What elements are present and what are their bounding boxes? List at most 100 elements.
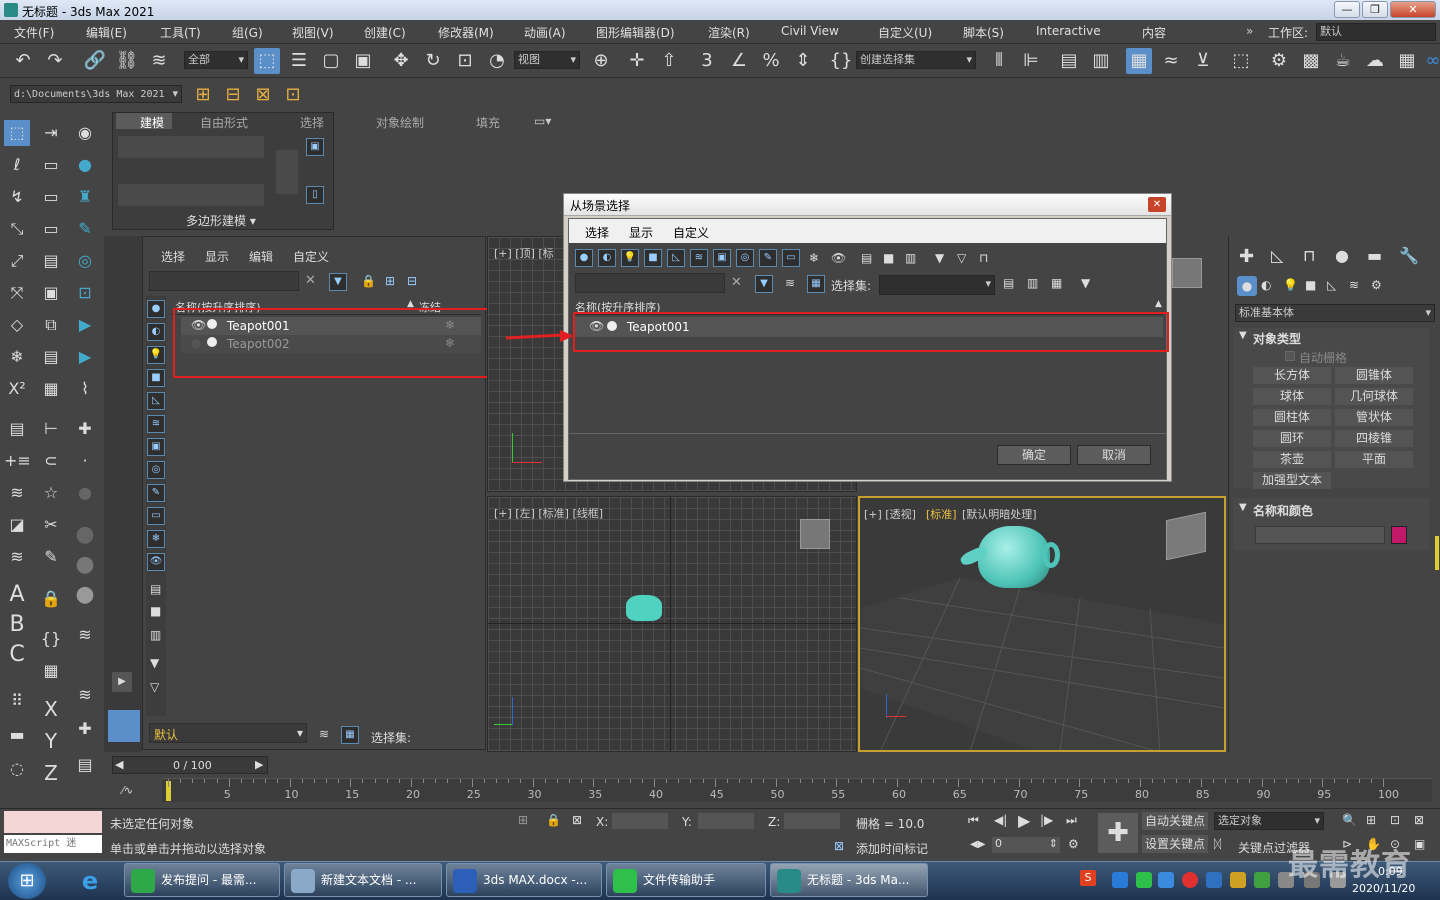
- placement-icon[interactable]: ◔: [484, 48, 510, 74]
- filter-helpers-icon[interactable]: ◺: [147, 392, 165, 410]
- viewcube-left-icon[interactable]: [800, 519, 830, 549]
- autogrid-checkbox[interactable]: [1285, 351, 1295, 361]
- edit-named-sel-icon[interactable]: {}: [828, 48, 854, 74]
- lock-tool-icon[interactable]: ⊂: [38, 448, 64, 474]
- hierarchy-icon[interactable]: ⊢: [38, 416, 64, 442]
- tab-freeform[interactable]: 自由形式: [200, 114, 248, 131]
- viewport-left[interactable]: [+] [左] [标准] [线框]: [487, 496, 857, 752]
- viewport-perspective[interactable]: [+] [透视] [标准] [默认明暗处理]: [858, 496, 1226, 752]
- dlg-filter-geometry-icon[interactable]: ●: [575, 249, 593, 267]
- move-icon[interactable]: ✥: [388, 48, 414, 74]
- project-settings-icon[interactable]: ⊡: [280, 82, 306, 108]
- dlg-filter-helpers-icon[interactable]: ◺: [667, 249, 685, 267]
- hide-icon[interactable]: ▤: [38, 344, 64, 370]
- menu-group[interactable]: 组(G): [232, 24, 263, 41]
- display-none-icon[interactable]: ■: [150, 604, 161, 618]
- filter-groups-icon[interactable]: ▣: [147, 438, 165, 456]
- ie-icon[interactable]: e: [70, 864, 110, 898]
- rollout-collapse-icon[interactable]: ▼: [1239, 502, 1247, 513]
- named-selection-dropdown[interactable]: 创建选择集 ▾: [856, 51, 976, 69]
- maxscript-input[interactable]: MAXScript 迷: [4, 835, 102, 853]
- selection-filter-dropdown[interactable]: 全部 ▾: [184, 51, 248, 69]
- menu-rendering[interactable]: 渲染(R): [708, 24, 750, 41]
- menu-scripting[interactable]: 脚本(S): [963, 24, 1004, 41]
- teapot-body[interactable]: [978, 526, 1050, 588]
- box-select-icon[interactable]: ◪: [4, 512, 30, 538]
- isolate-icon[interactable]: ⊞: [518, 813, 528, 827]
- cameras-icon[interactable]: ■: [1305, 278, 1316, 292]
- next-frame-icon[interactable]: |▶: [1040, 813, 1053, 827]
- se-lock-icon[interactable]: 🔒: [361, 274, 376, 288]
- object-color-swatch[interactable]: [1391, 526, 1407, 544]
- menu-customize[interactable]: 自定义(U): [878, 24, 932, 41]
- stack3-icon[interactable]: ≋: [72, 622, 98, 648]
- dlg-hidden-icon[interactable]: 👁: [831, 251, 846, 265]
- add-time-tag-icon[interactable]: ⊠: [834, 839, 844, 853]
- collapse-arrow-icon[interactable]: ▶: [112, 672, 132, 692]
- curve-toggle-icon[interactable]: ⁄∿: [122, 784, 133, 797]
- tray-wechat-icon[interactable]: [1136, 872, 1152, 888]
- menu-create[interactable]: 创建(C): [364, 24, 406, 41]
- geometry-icon[interactable]: ●: [1237, 276, 1257, 296]
- create-geosphere-button[interactable]: 几何球体: [1335, 388, 1413, 405]
- more-chevron-icon[interactable]: »: [1246, 24, 1253, 38]
- pivot-center-icon[interactable]: ⊕: [588, 48, 614, 74]
- dashed-circle-icon[interactable]: ◌: [4, 756, 30, 782]
- tray-cloud-icon[interactable]: [1158, 872, 1174, 888]
- axis-x-icon[interactable]: X: [38, 696, 64, 722]
- clone-icon[interactable]: ⧉: [38, 312, 64, 338]
- text-b-icon[interactable]: B: [4, 612, 30, 638]
- percent-snap-icon[interactable]: %: [758, 48, 784, 74]
- create-cylinder-button[interactable]: 圆柱体: [1253, 409, 1331, 426]
- auto-key-button[interactable]: 自动关键点: [1142, 812, 1208, 830]
- filter-lights-icon[interactable]: 💡: [147, 346, 165, 364]
- save-tool-icon[interactable]: ▦: [38, 376, 64, 402]
- layers-icon[interactable]: ▤: [4, 416, 30, 442]
- hierarchy-tab-icon[interactable]: ⊓: [1303, 246, 1315, 265]
- dlg-sel-c-icon[interactable]: ▦: [1051, 276, 1062, 290]
- cross-icon[interactable]: ✚: [72, 416, 98, 442]
- key-mode-icon[interactable]: ◀▶: [970, 839, 985, 850]
- systems-icon[interactable]: ⚙: [1371, 278, 1382, 292]
- paint-select-icon[interactable]: ↯: [4, 184, 30, 210]
- create-torus-button[interactable]: 圆环: [1253, 430, 1331, 447]
- dlg-filter-toggle-icon[interactable]: ▼: [755, 275, 773, 293]
- rollout-object-type-title[interactable]: 对象类型: [1253, 330, 1301, 347]
- add-layer-icon[interactable]: +≡: [4, 448, 31, 474]
- task-publish-question[interactable]: 发布提问 - 最需...: [124, 863, 280, 897]
- project-path-dropdown[interactable]: d:\Documents\3ds Max 2021 ▾: [10, 85, 182, 103]
- display-tab-icon[interactable]: ▬: [1367, 246, 1382, 265]
- filter-funnel-b-icon[interactable]: ▽: [150, 680, 159, 694]
- play-button-icon[interactable]: ▶: [1018, 811, 1030, 830]
- rollout-name-color-title[interactable]: 名称和颜色: [1253, 502, 1313, 519]
- curve-editor-icon[interactable]: ≈: [1158, 48, 1184, 74]
- text-a-icon[interactable]: A: [4, 582, 30, 608]
- filter-containers-icon[interactable]: ▭: [147, 507, 165, 525]
- dialog-titlebar[interactable]: 从场景选择 ✕: [564, 194, 1171, 216]
- coord-x-input[interactable]: [612, 813, 668, 829]
- stack4-icon[interactable]: ≋: [72, 682, 98, 708]
- close-button[interactable]: ✕: [1390, 1, 1436, 18]
- key-filter-icon[interactable]: ᛞ: [1214, 837, 1221, 851]
- set-key-button[interactable]: 设置关键点: [1142, 835, 1208, 853]
- minimize-button[interactable]: —: [1334, 1, 1360, 18]
- task-notepad[interactable]: 新建文本文档 - ...: [284, 863, 442, 897]
- ref-coord-dropdown[interactable]: 视图 ▾: [514, 51, 580, 69]
- se-search-input[interactable]: [149, 271, 299, 291]
- lights-icon[interactable]: 💡: [1283, 278, 1298, 292]
- keyboard-shortcut-icon[interactable]: ⇧: [656, 48, 682, 74]
- ribbon-options-icon[interactable]: ▭▾: [534, 114, 551, 128]
- se-menu-customize[interactable]: 自定义: [293, 248, 329, 265]
- menu-content[interactable]: 内容: [1142, 24, 1166, 41]
- shape-tool-icon[interactable]: ▭: [38, 184, 64, 210]
- grid-tool-icon[interactable]: ▦: [38, 658, 64, 684]
- rotate-tool-icon[interactable]: ⤢: [4, 248, 30, 274]
- target-icon[interactable]: ◎: [72, 248, 98, 274]
- render-frame-icon[interactable]: ⊡: [72, 280, 98, 306]
- dlg-selset-dropdown[interactable]: ▾: [879, 275, 995, 295]
- create-sphere-button[interactable]: 球体: [1253, 388, 1331, 405]
- zoom-all-icon[interactable]: ⊞: [1366, 813, 1376, 827]
- render-cloud-icon[interactable]: ☁: [1362, 48, 1388, 74]
- viewport-persp-mode[interactable]: [默认明暗处理]: [962, 506, 1037, 522]
- maximize-viewport-icon[interactable]: ▣: [1414, 837, 1425, 851]
